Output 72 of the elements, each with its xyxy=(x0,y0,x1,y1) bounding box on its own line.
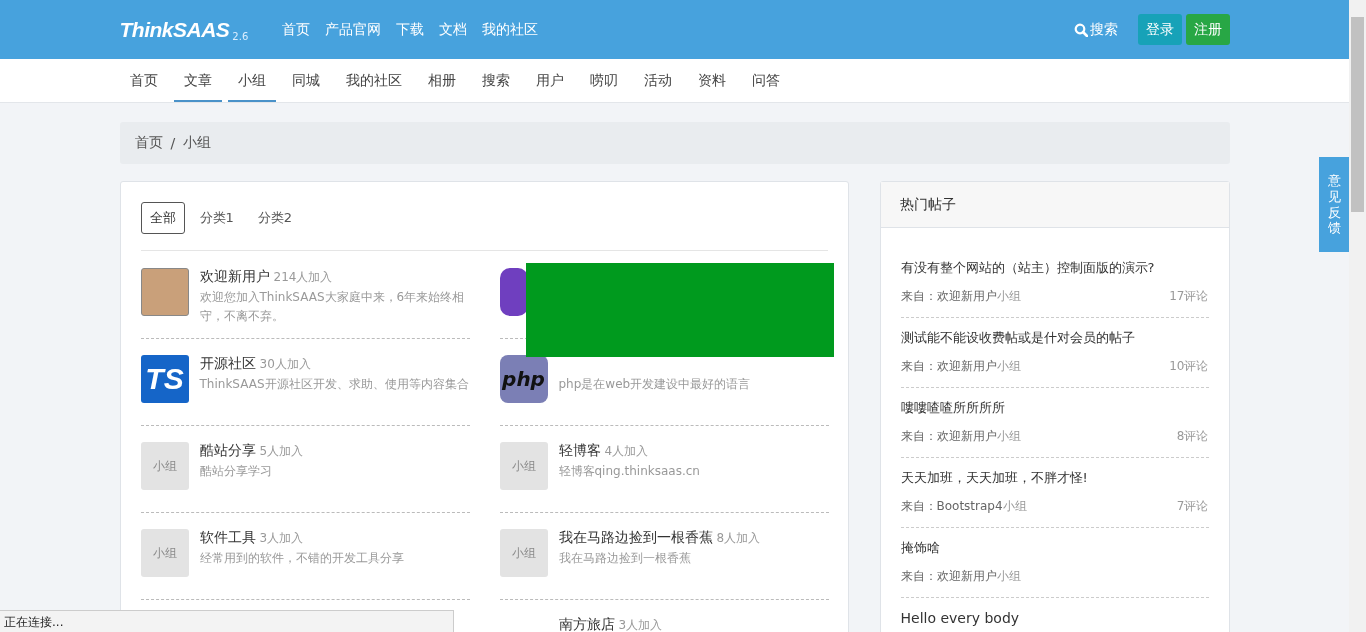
nav-tab[interactable]: 资料 xyxy=(687,59,736,102)
nav-tab[interactable]: 我的社区 xyxy=(335,59,412,102)
panel-title: 热门帖子 xyxy=(880,182,1229,228)
post-title[interactable]: 掩饰啥 xyxy=(900,539,1209,557)
post-source: 来自：欢迎新用户 xyxy=(900,288,997,305)
group-name[interactable]: 软件工具 xyxy=(199,529,256,547)
breadcrumb-link[interactable]: 首页 xyxy=(134,134,163,152)
post-source: 来自：欢迎新用户 xyxy=(900,568,997,585)
comment-count: 8评论 xyxy=(1176,428,1209,445)
nav-tab[interactable]: 相册 xyxy=(417,59,466,102)
post-source: 来自：欢迎新用户 xyxy=(900,358,997,375)
group-label: 小组 xyxy=(996,358,1021,375)
group-logo: php xyxy=(499,355,548,403)
group-description: 我在马路边捡到一根香蕉 xyxy=(558,550,692,567)
filter-tab[interactable]: 分类2 xyxy=(248,202,302,234)
filter-tab[interactable]: 全部 xyxy=(140,202,185,234)
group-name[interactable]: 南方旅店 xyxy=(558,616,615,632)
placeholder-label: 小组 xyxy=(511,457,536,475)
group-description: 轻博客qing.thinksaas.cn xyxy=(558,463,700,480)
avatar-photo xyxy=(140,268,189,316)
group-name[interactable]: 轻博客 xyxy=(558,442,601,460)
group-logo: TS xyxy=(140,355,189,403)
post-title[interactable]: 天天加班，天天加班，不胖才怪! xyxy=(900,469,1209,487)
placeholder-label: 小组 xyxy=(511,544,536,562)
group-label: 小组 xyxy=(996,568,1021,585)
status-bar: 正在连接... xyxy=(0,610,454,632)
group-label: 小组 xyxy=(996,288,1021,305)
post-title[interactable]: 有没有整个网站的（站主）控制面版的演示? xyxy=(900,259,1209,277)
nav-tab[interactable]: 唠叨 xyxy=(579,59,628,102)
group-label: 小组 xyxy=(996,428,1021,445)
post-title[interactable]: 测试能不能设收费帖或是什对会员的帖子 xyxy=(900,329,1209,347)
breadcrumb-separator: / xyxy=(170,135,176,151)
member-count: 30人加入 xyxy=(259,356,311,373)
nav-tab[interactable]: 用户 xyxy=(525,59,574,102)
group-label: 小组 xyxy=(1002,498,1027,515)
post-title[interactable]: 嘍嘍喳喳所所所所 xyxy=(900,399,1209,417)
nav-tab[interactable]: 文章 xyxy=(173,59,222,102)
group-description: 欢迎您加入ThinkSAAS大家庭中来，6年来始终相守，不离不弃。 xyxy=(199,289,466,325)
group-description: 经常用到的软件，不错的开发工具分享 xyxy=(199,550,404,567)
filter-tab[interactable]: 分类1 xyxy=(190,202,243,234)
nav-tab[interactable]: 问答 xyxy=(741,59,790,102)
version-label: 2.6 xyxy=(232,31,249,42)
nav-tab[interactable]: 搜索 xyxy=(471,59,520,102)
group-description: 酷站分享学习 xyxy=(199,463,273,480)
placeholder-label: 小组 xyxy=(152,544,177,562)
member-count: 4人加入 xyxy=(604,443,649,460)
nav-tab[interactable]: 活动 xyxy=(633,59,682,102)
post-source: 来自：Bootstrap4 xyxy=(900,498,1003,515)
group-logo-icon xyxy=(499,268,528,316)
group-name[interactable]: 开源社区 xyxy=(199,355,256,373)
placeholder-label: 小组 xyxy=(152,457,177,475)
group-description: php是在web开发建设中最好的语言 xyxy=(558,376,751,393)
scrollbar[interactable] xyxy=(1349,0,1366,632)
post-source: 来自：欢迎新用户 xyxy=(900,428,997,445)
group-name[interactable]: 酷站分享 xyxy=(199,442,256,460)
member-count: 3人加入 xyxy=(259,530,304,547)
member-count: 5人加入 xyxy=(259,443,304,460)
search-icon xyxy=(1073,22,1088,37)
comment-count: 17评论 xyxy=(1169,288,1209,305)
comment-count: 7评论 xyxy=(1176,498,1209,515)
member-count: 8人加入 xyxy=(716,530,761,547)
group-name[interactable]: 我在马路边捡到一根香蕉 xyxy=(558,529,713,547)
nav-tab[interactable]: 同城 xyxy=(281,59,330,102)
group-description: ThinkSAAS开源社区开发、求助、使用等内容集合 xyxy=(199,376,469,393)
nav-tab[interactable]: 首页 xyxy=(119,59,168,102)
member-count: 214人加入 xyxy=(273,269,333,286)
member-count: 3人加入 xyxy=(618,617,663,632)
nav-tab[interactable]: 小组 xyxy=(227,59,276,102)
breadcrumb-link[interactable]: 小组 xyxy=(183,134,212,152)
comment-count: 10评论 xyxy=(1169,358,1209,375)
post-title[interactable]: Hello every body xyxy=(900,609,1209,627)
group-name[interactable]: 欢迎新用户 xyxy=(199,268,270,286)
